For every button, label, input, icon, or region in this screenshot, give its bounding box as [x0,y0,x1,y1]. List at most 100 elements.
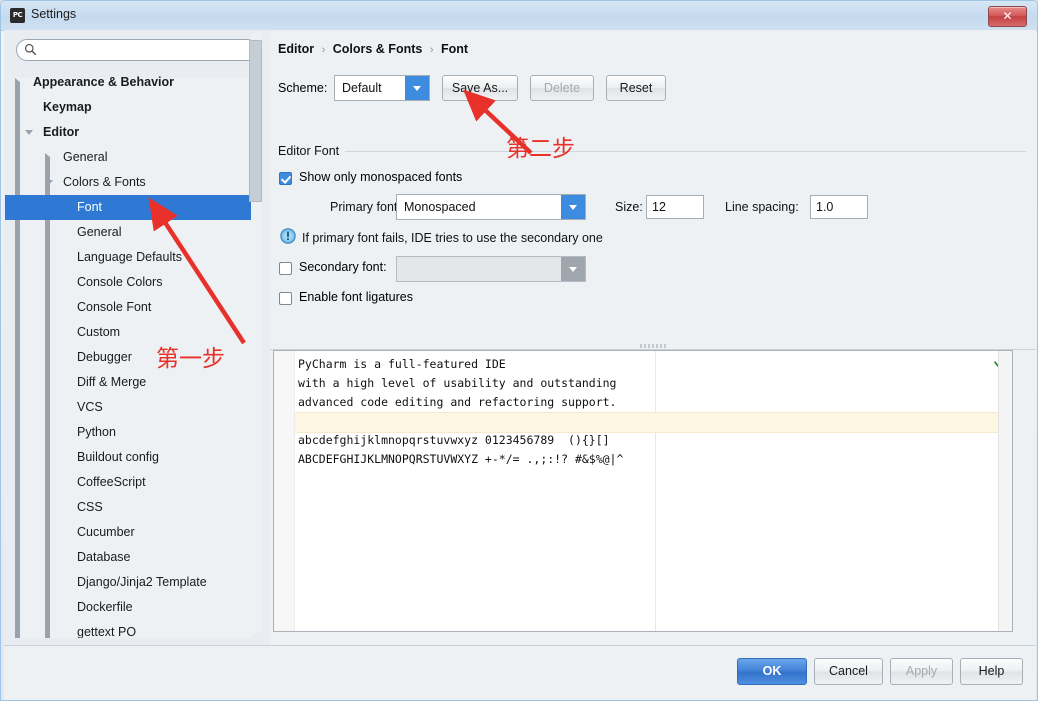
sidebar-item-django-jinja2-template[interactable]: Django/Jinja2 Template [5,570,253,595]
settings-sidebar: Appearance & Behavior Keymap Editor General… [4,30,271,665]
apply-button: Apply [890,658,953,685]
sidebar-item-editor[interactable]: Editor [5,120,253,145]
chevron-down-icon [561,257,585,281]
close-icon[interactable]: ✕ [988,6,1027,27]
sidebar-item-label: Cucumber [77,525,135,539]
sidebar-item-buildout-config[interactable]: Buildout config [5,445,253,470]
sidebar-item-coffeescript[interactable]: CoffeeScript [5,470,253,495]
sidebar-item-label: Font [77,200,103,214]
dialog-footer: OK Cancel Apply Help [4,645,1036,700]
breadcrumb-font: Font [440,42,469,56]
font-preview-editor[interactable]: 12345678910PyCharm is a full-featured ID… [273,350,1013,632]
group-separator [278,151,1026,152]
ligatures-checkbox[interactable] [279,292,292,305]
size-input[interactable] [646,195,704,219]
sidebar-item-label: Colors & Fonts [63,175,146,189]
preview-scrollbar[interactable] [998,351,1012,631]
splitter-handle-icon [640,344,666,348]
window-title: Settings [31,7,77,21]
sidebar-item-label: Language Defaults [77,250,182,264]
dialog-body: Appearance & Behavior Keymap Editor General… [4,30,1036,665]
ok-button[interactable]: OK [737,658,807,685]
line-number-gutter [274,351,295,631]
primary-font-value: Monospaced [404,200,476,214]
primary-font-combobox[interactable]: Monospaced [396,194,586,220]
sidebar-item-language-defaults[interactable]: Language Defaults [5,245,253,270]
sidebar-item-general[interactable]: General [5,220,253,245]
editor-font-group-title: Editor Font [278,144,346,158]
scheme-label: Scheme: [278,81,328,95]
sidebar-item-vcs[interactable]: VCS [5,395,253,420]
sidebar-item-custom[interactable]: Custom [5,320,253,345]
secondary-font-hint: If primary font fails, IDE tries to use … [302,231,603,245]
sidebar-item-keymap[interactable]: Keymap [5,95,253,120]
delete-button: Delete [530,75,594,101]
title-bar: PC Settings ✕ [1,1,1037,31]
settings-dialog: PC Settings ✕ Appearance & Behavior Keyma… [0,0,1038,701]
search-box[interactable] [16,39,258,61]
sidebar-item-label: Debugger [77,350,132,364]
sidebar-item-label: Diff & Merge [77,375,147,389]
sidebar-item-label: Console Font [77,300,152,314]
breadcrumb-editor: Editor [278,42,315,56]
ligatures-label: Enable font ligatures [299,290,413,304]
preview-line: abcdefghijklmnopqrstuvwxyz 0123456789 ()… [298,433,610,447]
sidebar-item-cucumber[interactable]: Cucumber [5,520,253,545]
show-monospaced-checkbox[interactable] [279,172,292,185]
search-input[interactable] [16,39,258,61]
sidebar-item-console-colors[interactable]: Console Colors [5,270,253,295]
chevron-down-icon[interactable] [25,130,33,135]
scheme-combobox[interactable]: Default [334,75,430,101]
breadcrumb-colors-fonts: Colors & Fonts [332,42,423,56]
sidebar-item-label: Dockerfile [77,600,133,614]
sidebar-scrollbar-thumb[interactable] [249,40,262,202]
preview-line: advanced code editing and refactoring su… [298,395,617,409]
right-margin-line [655,351,656,631]
chevron-down-icon[interactable] [405,76,429,100]
sidebar-item-diff-merge[interactable]: Diff & Merge [5,370,253,395]
sidebar-item-gettext-po[interactable]: gettext PO [5,620,253,638]
sidebar-item-label: Appearance & Behavior [33,75,175,89]
chevron-down-icon[interactable] [45,180,53,185]
sidebar-item-label: CoffeeScript [77,475,146,489]
sidebar-item-font[interactable]: Font [5,195,253,220]
settings-content: Editor › Colors & Fonts › Font Scheme: D… [270,30,1036,645]
sidebar-item-label: Django/Jinja2 Template [77,575,207,589]
cancel-button[interactable]: Cancel [814,658,883,685]
sidebar-item-css[interactable]: CSS [5,495,253,520]
save-as-button[interactable]: Save As... [442,75,518,101]
show-monospaced-label: Show only monospaced fonts [299,170,463,184]
chevron-down-icon[interactable] [561,195,585,219]
settings-tree[interactable]: Appearance & Behavior Keymap Editor General… [5,70,253,638]
preview-line: ABCDEFGHIJKLMNOPQRSTUVWXYZ +-*/= .,;:!? … [298,452,624,466]
sidebar-item-label: General [63,150,108,164]
sidebar-item-label: Custom [77,325,121,339]
sidebar-item-database[interactable]: Database [5,545,253,570]
sidebar-item-colors-fonts[interactable]: Colors & Fonts [5,170,253,195]
sidebar-item-label: Editor [43,125,80,139]
sidebar-item-python[interactable]: Python [5,420,253,445]
line-spacing-input[interactable] [810,195,868,219]
primary-font-label: Primary font: [330,200,401,214]
preview-line: with a high level of usability and outst… [298,376,617,390]
sidebar-item-label: gettext PO [77,625,137,638]
breadcrumb-separator-2: › [429,44,434,56]
reset-button[interactable]: Reset [606,75,666,101]
info-icon [280,228,296,244]
sidebar-item-dockerfile[interactable]: Dockerfile [5,595,253,620]
sidebar-item-label: Console Colors [77,275,163,289]
preview-line: PyCharm is a full-featured IDE [298,357,506,371]
sidebar-item-label: General [77,225,122,239]
secondary-font-label: Secondary font: [299,260,387,274]
secondary-font-checkbox[interactable] [279,262,292,275]
sidebar-item-general[interactable]: General [5,145,253,638]
breadcrumb: Editor › Colors & Fonts › Font [278,42,468,56]
sidebar-item-console-font[interactable]: Console Font [5,295,253,320]
line-spacing-label: Line spacing: [725,200,799,214]
sidebar-item-debugger[interactable]: Debugger [5,345,253,370]
sidebar-item-label: Python [77,425,116,439]
sidebar-item-label: Buildout config [77,450,160,464]
sidebar-item-appearance-behavior[interactable]: Appearance & Behavior [5,70,253,638]
help-button[interactable]: Help [960,658,1023,685]
scheme-value: Default [342,81,382,95]
